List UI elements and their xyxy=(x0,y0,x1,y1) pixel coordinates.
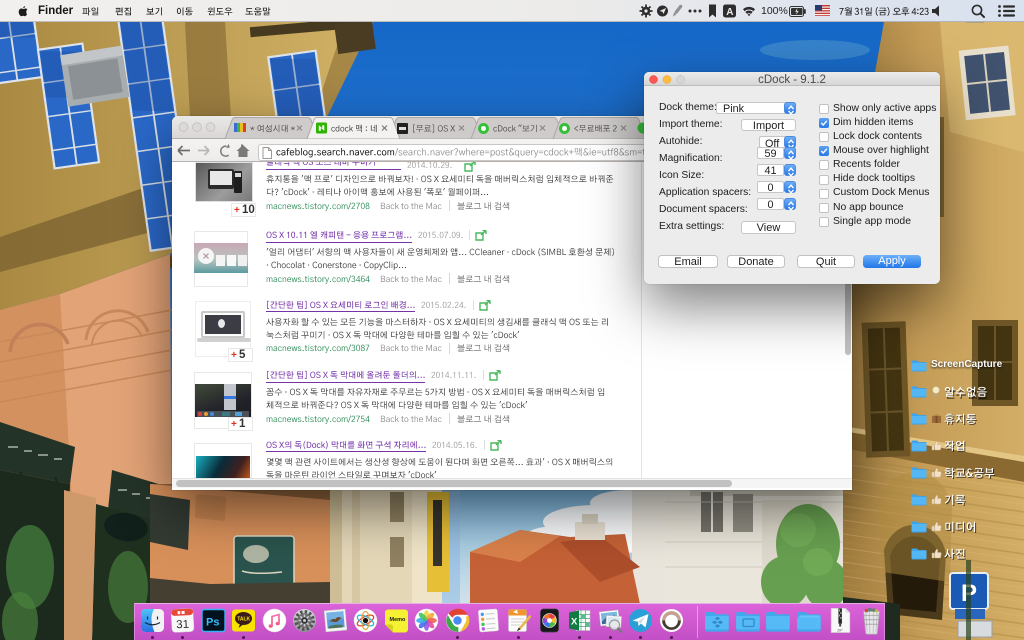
svg-text:X: X xyxy=(571,617,578,628)
svg-text:Ps: Ps xyxy=(206,617,219,629)
svg-text:TALK: TALK xyxy=(237,617,250,623)
svg-text:Memo: Memo xyxy=(389,617,406,623)
svg-text:A: A xyxy=(726,7,733,18)
svg-text:31: 31 xyxy=(176,619,189,632)
svg-text:ZIP: ZIP xyxy=(837,628,843,632)
